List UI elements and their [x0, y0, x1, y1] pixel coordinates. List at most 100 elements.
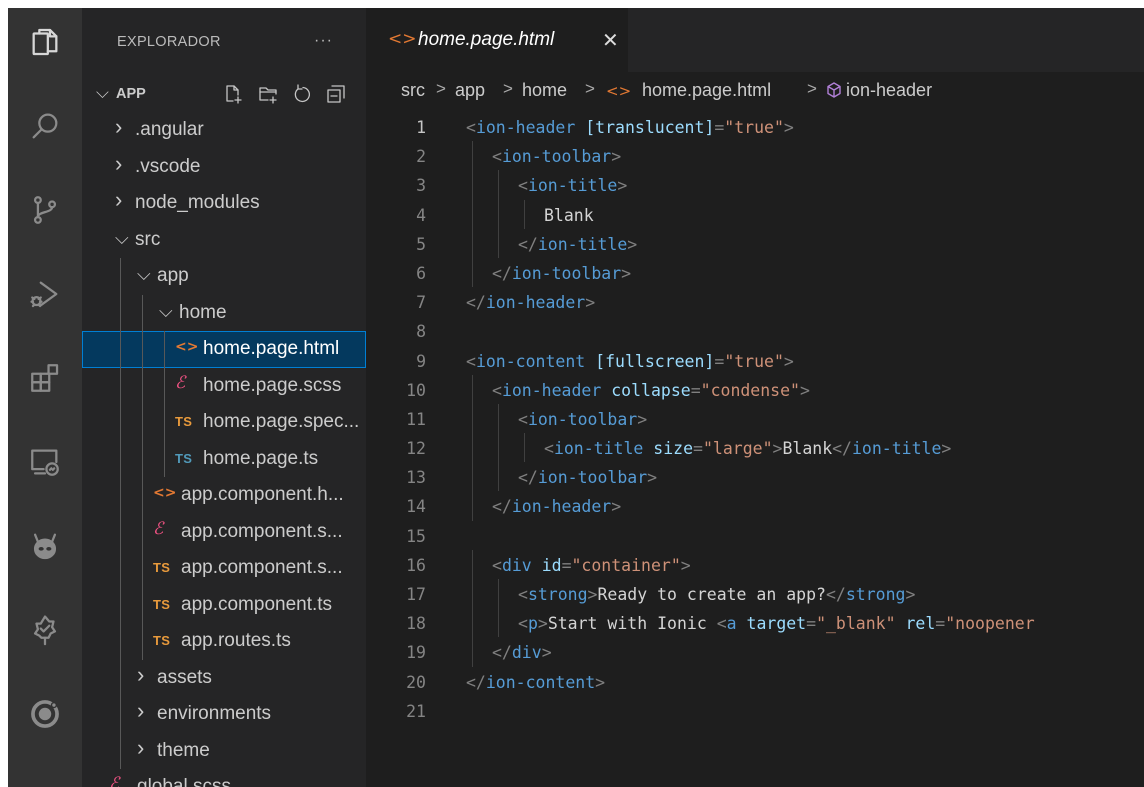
scss-file-icon: ℰ [153, 518, 164, 539]
indent-guide [164, 367, 165, 404]
indent-guide [498, 199, 499, 229]
run-debug-icon[interactable] [21, 270, 69, 318]
code-text: <ion-content [fullscreen]="true"> [466, 352, 794, 371]
code-token: target [746, 614, 807, 634]
code-text: </ion-title> [518, 235, 637, 254]
breadcrumb-item[interactable]: home [522, 80, 567, 101]
code-token: > [541, 643, 552, 663]
tree-item[interactable]: ℰhome.page.scss [82, 367, 366, 404]
code-text: </ion-content> [466, 673, 605, 692]
breadcrumb-item[interactable]: src [401, 80, 425, 101]
code-token: > [595, 672, 606, 692]
tree-item[interactable]: TS app.component.ts [82, 586, 366, 623]
typescript-file-icon: TS [153, 633, 171, 648]
code-token: "condense" [700, 380, 800, 400]
tab-home-page-html[interactable]: <> home.page.html ✕ [366, 8, 628, 72]
extensions-icon[interactable] [21, 354, 69, 402]
indent-guide [164, 440, 165, 477]
code-token: ion-title [527, 176, 618, 196]
workspace-root-header[interactable]: ⌵ APP [82, 80, 366, 110]
explorer-sidebar: EXPLORADOR ··· ⌵ APP › .angular › .vscode › n… [82, 8, 366, 787]
indent-guide [472, 549, 473, 579]
code-text: <ion-header [translucent]="true"> [466, 118, 794, 137]
code-editor[interactable]: 1 <ion-header [translucent]="true"> 2 <ion-… [366, 112, 1144, 725]
tree-item[interactable]: ⌵ src [82, 222, 366, 259]
refresh-icon[interactable] [291, 83, 313, 105]
indent-guide [142, 586, 143, 623]
code-token: = [690, 380, 701, 400]
tree-item[interactable]: › node_modules [82, 185, 366, 222]
code-token: collapse [611, 380, 691, 400]
code-token: < [518, 585, 528, 604]
code-text: <ion-title> [518, 176, 627, 195]
remote-explorer-icon[interactable] [21, 438, 69, 486]
tree-item[interactable]: › environments [82, 696, 366, 733]
tree-item[interactable]: › assets [82, 659, 366, 696]
code-text: <strong>Ready to create an app?</strong> [518, 585, 915, 604]
chevron-right-icon: › [137, 734, 145, 760]
line-number: 8 [416, 322, 426, 342]
code-token: [fullscreen] [595, 351, 715, 371]
tree-item[interactable]: ⌵ app [82, 258, 366, 295]
explorer-icon[interactable] [21, 18, 69, 66]
chevron-right-icon: › [115, 187, 123, 212]
tree-item-label: home.page.html [203, 338, 340, 359]
tree-item[interactable]: <> app.component.h... [82, 477, 366, 514]
code-token: ion-title [553, 439, 644, 459]
line-number: 17 [406, 585, 426, 604]
code-token: id [541, 555, 562, 575]
html-file-icon: <> [606, 82, 632, 100]
chevron-down-icon: ⌵ [96, 83, 109, 102]
tree-item[interactable]: TS app.component.s... [82, 550, 366, 587]
tree-item[interactable]: › .angular [82, 112, 366, 149]
code-token: > [537, 614, 548, 634]
indent-guide [472, 403, 473, 434]
tree-item-label: assets [157, 666, 212, 688]
search-icon[interactable] [21, 102, 69, 150]
ionic-logo-icon[interactable] [21, 690, 69, 738]
code-text: </ion-toolbar> [518, 468, 657, 487]
code-token: </ [825, 585, 846, 604]
breadcrumb-item[interactable]: home.page.html [642, 80, 771, 101]
tree-item[interactable]: TS app.routes.ts [82, 623, 366, 660]
tree-item[interactable]: › .vscode [82, 149, 366, 186]
tree-item[interactable]: TS home.page.spec... [82, 404, 366, 441]
indent-guide [498, 608, 499, 638]
more-actions-button[interactable]: ··· [314, 32, 333, 50]
code-token: = [693, 439, 703, 459]
code-line: 3 <ion-title> [366, 170, 1144, 200]
tree-item[interactable]: › theme [82, 732, 366, 769]
code-token: > [772, 439, 783, 459]
source-control-icon[interactable] [21, 186, 69, 234]
new-folder-icon[interactable] [257, 83, 279, 105]
close-icon[interactable]: ✕ [602, 28, 619, 53]
code-text: </div> [492, 643, 552, 662]
code-token: < [544, 439, 554, 459]
code-token: [translucent] [585, 118, 715, 137]
breadcrumb-item[interactable]: app [455, 80, 485, 101]
indent-guide [142, 477, 143, 514]
code-line: 7 </ion-header> [366, 287, 1144, 316]
line-number: 10 [406, 380, 426, 400]
tree-item[interactable]: TS home.page.ts [82, 440, 366, 477]
code-token: < [466, 118, 476, 137]
ionic-alien-icon[interactable] [21, 522, 69, 570]
tab-label: home.page.html [418, 29, 555, 50]
breadcrumb-item[interactable]: ion-header [846, 80, 932, 101]
code-token: = [714, 118, 725, 137]
code-text: </ion-toolbar> [492, 264, 631, 283]
tree-item-label: home.page.ts [203, 447, 319, 469]
code-token: > [587, 585, 598, 604]
code-line: 10 <ion-header collapse="condense"> [366, 374, 1144, 404]
typescript-file-icon: TS [175, 450, 193, 466]
tree-item[interactable]: ℰglobal.scss [82, 769, 366, 787]
tree-item[interactable]: <> home.page.html [82, 331, 366, 368]
collapse-all-icon[interactable] [325, 83, 347, 105]
code-text: <ion-toolbar> [492, 147, 621, 166]
tree-icon[interactable] [21, 606, 69, 654]
new-file-icon[interactable] [222, 83, 244, 105]
indent-guide [142, 440, 143, 477]
tree-item[interactable]: ⌵ home [82, 294, 366, 331]
tree-item[interactable]: ℰapp.component.s... [82, 513, 366, 550]
